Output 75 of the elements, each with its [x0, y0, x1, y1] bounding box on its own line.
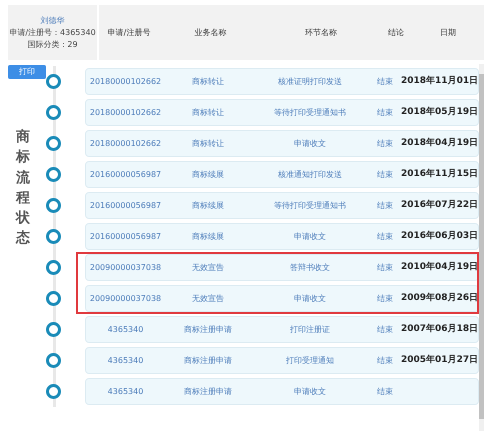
business-name: 商标注册申请 [184, 324, 232, 334]
application-number: 4365340 [108, 386, 144, 396]
application-number: 20090000037038 [90, 294, 162, 302]
result: 结束 [377, 262, 393, 272]
date: 2016年07月22日 [401, 200, 478, 210]
business-name: 商标续展 [192, 200, 224, 210]
application-number: 20090000037038 [90, 262, 162, 272]
timeline-node-icon [46, 229, 61, 244]
business-name: 商标转让 [192, 138, 224, 148]
application-number: 20180000102662 [90, 76, 162, 86]
class-number: 国际分类：29 [27, 40, 78, 50]
column-header: 环节名称 [305, 28, 337, 36]
result: 结束 [377, 356, 393, 364]
step-name: 打印注册证 [290, 324, 330, 334]
business-name: 商标注册申请 [184, 386, 232, 396]
column-header: 日期 [440, 28, 456, 36]
column-header: 申请/注册号 [108, 28, 150, 36]
owner-name: 刘德华 [40, 16, 64, 26]
business-name: 商标续展 [192, 170, 224, 178]
business-name: 商标转让 [192, 76, 224, 86]
step-name: 等待打印受理通知书 [274, 108, 346, 116]
date: 2018年05月19日 [401, 106, 478, 117]
date: 2010年04月19日 [401, 262, 478, 272]
date: 2018年11月01日 [401, 76, 478, 86]
result: 结束 [377, 200, 393, 210]
result: 结束 [377, 324, 393, 334]
timeline-node-icon [46, 136, 61, 151]
column-header: 业务名称 [194, 28, 226, 36]
timeline-node-icon [46, 353, 61, 368]
application-number: 20180000102662 [90, 108, 162, 116]
result: 结束 [377, 232, 393, 240]
date: 2016年06月03日 [401, 230, 478, 241]
business-name: 无效宣告 [192, 294, 224, 302]
date: 2018年04月19日 [401, 138, 478, 148]
date: 2007年06月18日 [401, 324, 478, 334]
step-name: 申请收文 [294, 138, 326, 148]
timeline-node-icon [46, 384, 61, 399]
application-number: 4365340 [108, 324, 144, 334]
result: 结束 [377, 138, 393, 148]
application-number: 4365340 [108, 356, 144, 364]
timeline-node-icon [46, 322, 61, 337]
date: 2009年08月26日 [401, 292, 478, 303]
timeline-node-icon [46, 198, 61, 213]
application-number: 20160000056987 [90, 170, 162, 178]
result: 结束 [377, 76, 393, 86]
timeline-node-icon [46, 105, 61, 120]
application-number: 20160000056987 [90, 200, 162, 210]
result: 结束 [377, 170, 393, 178]
timeline-node-icon [46, 291, 61, 306]
timeline-node-icon [46, 167, 61, 182]
date: 2005年01月27日 [401, 354, 478, 365]
result: 结束 [377, 294, 393, 302]
registration-number: 申请/注册号：4365340 [9, 28, 96, 38]
step-name: 核准通知打印发送 [278, 170, 342, 178]
timeline-node-icon [46, 74, 61, 89]
side-label: 商标流程状态 [16, 128, 30, 248]
business-name: 商标转让 [192, 108, 224, 116]
step-name: 等待打印受理通知书 [274, 200, 346, 210]
result: 结束 [377, 108, 393, 116]
business-name: 商标续展 [192, 232, 224, 240]
step-name: 申请收文 [294, 386, 326, 396]
step-name: 答辩书收文 [290, 262, 330, 272]
result: 结束 [377, 386, 393, 396]
application-number: 20180000102662 [90, 138, 162, 148]
date: 2016年11月15日 [401, 168, 478, 179]
application-number: 20160000056987 [90, 232, 162, 240]
column-header: 结论 [388, 28, 404, 36]
step-name: 申请收文 [294, 232, 326, 240]
step-name: 核准证明打印发送 [278, 76, 342, 86]
business-name: 商标注册申请 [184, 356, 232, 364]
business-name: 无效宣告 [192, 262, 224, 272]
step-name: 申请收文 [294, 294, 326, 302]
step-name: 打印受理通知 [286, 356, 334, 364]
timeline-node-icon [46, 260, 61, 275]
print-button[interactable]: 打印 [8, 65, 46, 79]
